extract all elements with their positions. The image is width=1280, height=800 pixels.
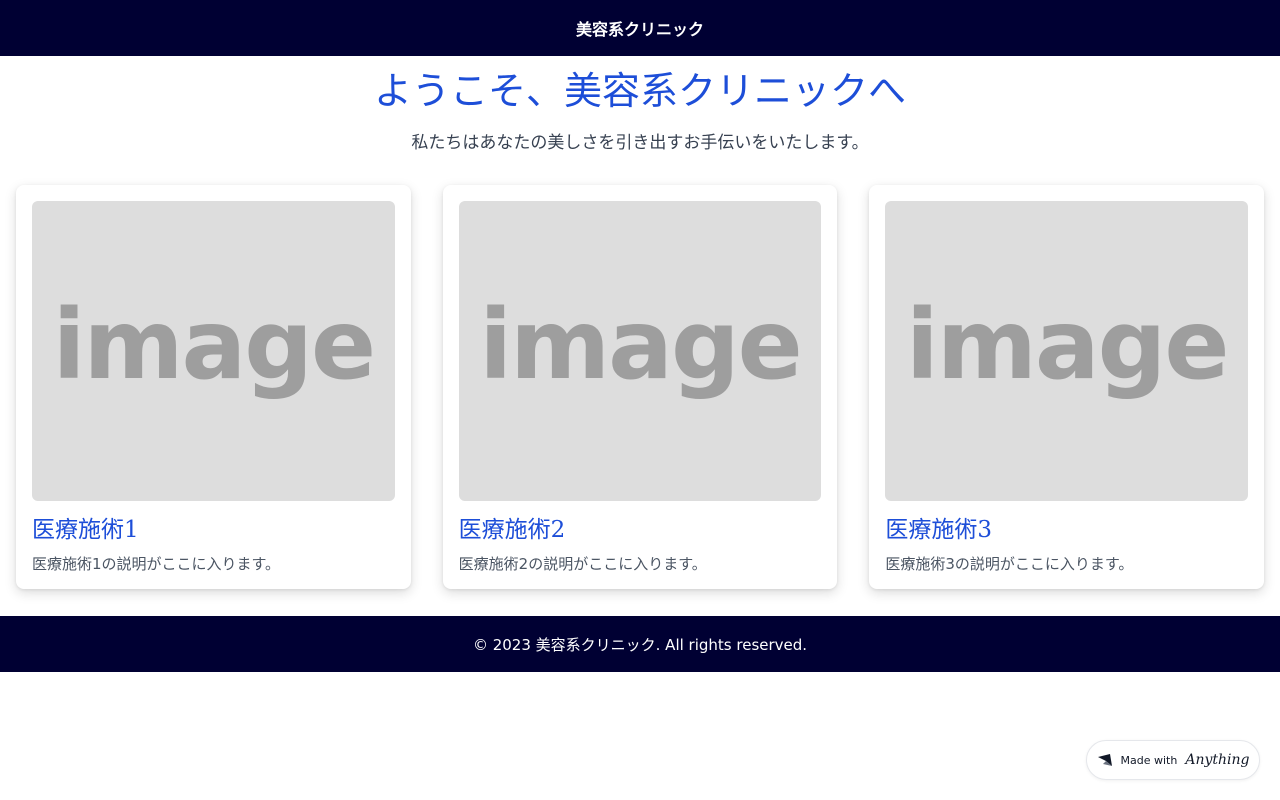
- treatment-title: 医療施術2: [458, 517, 566, 543]
- treatment-image-placeholder: image: [885, 201, 1249, 501]
- badge-brand: Anything: [1185, 752, 1250, 768]
- treatment-description: 医療施術2の説明がここに入ります。: [458, 555, 707, 573]
- treatment-card-2[interactable]: image 医療施術2 医療施術2の説明がここに入ります。: [442, 185, 838, 589]
- image-placeholder-text: image: [479, 289, 803, 401]
- image-placeholder-text: image: [905, 289, 1230, 401]
- treatment-title: 医療施術1: [32, 517, 139, 543]
- site-footer: © 2023 美容系クリニック. All rights reserved.: [0, 616, 1280, 672]
- made-with-anything-badge[interactable]: Made with Anything: [1086, 740, 1260, 780]
- treatment-image-placeholder: image: [32, 201, 395, 501]
- badge-prefix: Made with: [1120, 753, 1178, 767]
- copyright-text: © 2023 美容系クリニック. All rights reserved.: [472, 635, 808, 654]
- hero-subtitle: 私たちはあなたの美しさを引き出すお手伝いをいたします。: [411, 133, 869, 153]
- site-title[interactable]: 美容系クリニック: [576, 16, 704, 40]
- hero-title: ようこそ、美容系クリニックへ: [373, 69, 906, 113]
- treatment-image-placeholder: image: [458, 201, 822, 501]
- treatment-description: 医療施術1の説明がここに入ります。: [32, 555, 281, 573]
- image-placeholder-text: image: [52, 289, 377, 401]
- treatment-card-3[interactable]: image 医療施術3 医療施術3の説明がここに入ります。: [869, 185, 1265, 589]
- site-header: 美容系クリニック: [0, 0, 1280, 56]
- treatment-description: 医療施術3の説明がここに入ります。: [885, 555, 1134, 573]
- anything-logo-icon: [1097, 754, 1112, 766]
- hero-section: ようこそ、美容系クリニックへ 私たちはあなたの美しさを引き出すお手伝いをいたしま…: [0, 56, 1280, 153]
- treatment-cards: image 医療施術1 医療施術1の説明がここに入ります。 image 医療施術…: [0, 185, 1280, 589]
- treatment-title: 医療施術3: [885, 517, 992, 543]
- treatment-card-1[interactable]: image 医療施術1 医療施術1の説明がここに入ります。: [16, 185, 411, 589]
